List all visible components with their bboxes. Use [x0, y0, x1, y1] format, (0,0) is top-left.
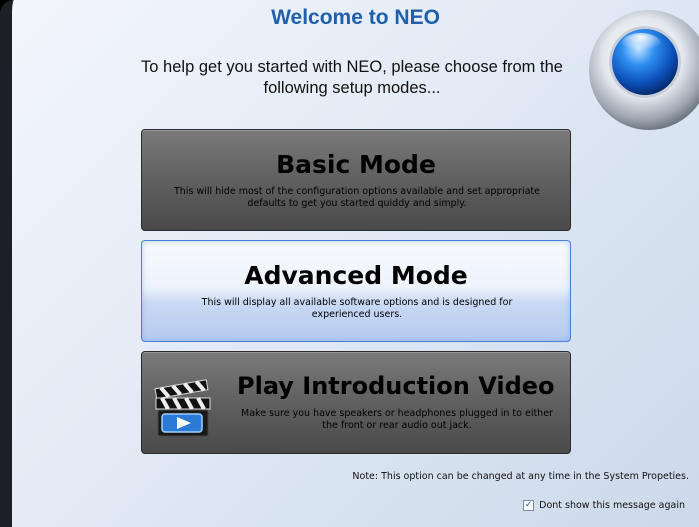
- play-intro-video-button[interactable]: Play Introduction Video Make sure you ha…: [141, 351, 571, 454]
- dont-show-again-checkbox[interactable]: ✓: [523, 500, 535, 511]
- welcome-dialog: Welcome to NEO To help get you started w…: [0, 0, 699, 527]
- settings-note: Note: This option can be changed at any …: [352, 471, 689, 482]
- neo-logo-icon: [589, 10, 699, 130]
- clapperboard-play-icon: [154, 379, 211, 437]
- basic-mode-button[interactable]: Basic Mode This will hide most of the co…: [141, 129, 571, 231]
- play-intro-video-title: Play Introduction Video: [237, 372, 555, 400]
- advanced-mode-title: Advanced Mode: [244, 261, 468, 290]
- dont-show-again-row[interactable]: ✓ Dont show this message again: [523, 500, 685, 511]
- dialog-subtitle: To help get you started with NEO, please…: [141, 58, 563, 97]
- advanced-mode-button[interactable]: Advanced Mode This will display all avai…: [141, 240, 571, 342]
- basic-mode-title: Basic Mode: [276, 150, 436, 179]
- play-intro-video-description: Make sure you have speakers or headphone…: [241, 408, 553, 431]
- dont-show-again-label: Dont show this message again: [539, 500, 685, 511]
- advanced-mode-description: This will display all available software…: [201, 297, 513, 320]
- basic-mode-description: This will hide most of the configuration…: [174, 186, 540, 209]
